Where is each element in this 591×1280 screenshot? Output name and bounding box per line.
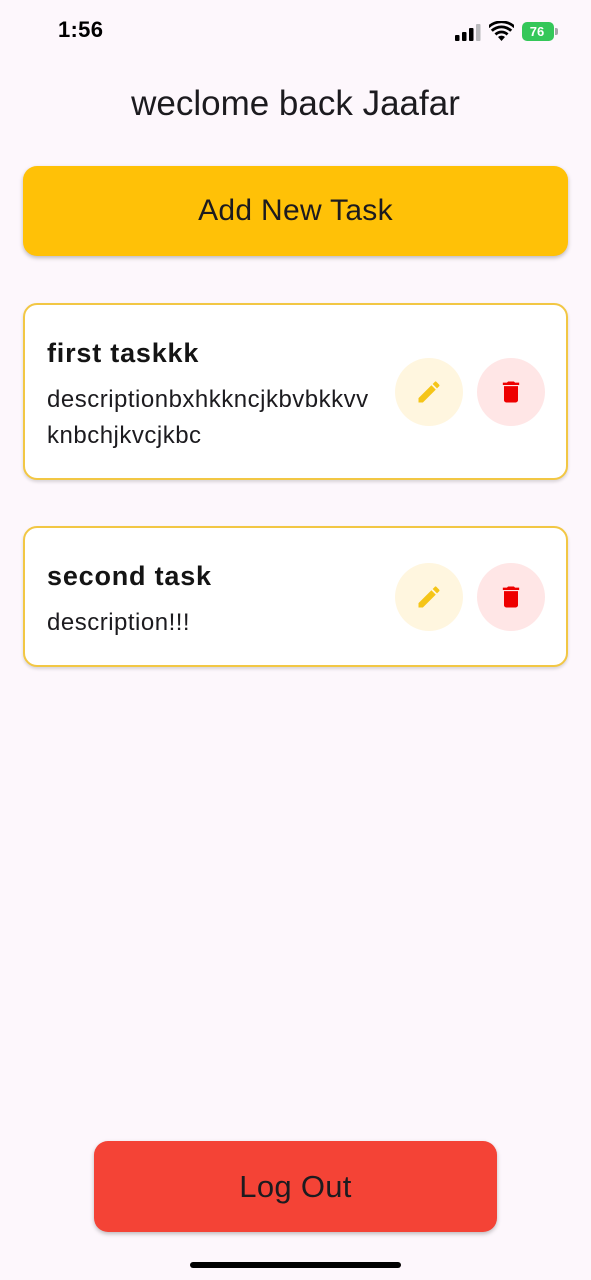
edit-icon — [418, 586, 440, 608]
edit-task-button[interactable] — [395, 563, 463, 631]
delete-task-button[interactable] — [477, 563, 545, 631]
task-description: description!!! — [47, 609, 191, 636]
task-title: second task — [47, 561, 212, 591]
task-description: descriptionbxhkkncjkbvbkkvvknbchjkvcjkbc — [47, 386, 369, 449]
task-title: first taskkk — [47, 338, 200, 368]
cellular-signal-icon — [455, 24, 481, 41]
log-out-button[interactable]: Log Out — [94, 1141, 497, 1232]
battery-charging-icon: 76 — [522, 22, 558, 41]
battery-cap — [555, 28, 558, 35]
edit-icon — [418, 381, 440, 403]
battery-level: 76 — [522, 22, 554, 41]
edit-task-button[interactable] — [395, 358, 463, 426]
status-time: 1:56 — [58, 17, 104, 42]
task-card[interactable]: first taskkk descriptionbxhkkncjkbvbkkvv… — [23, 303, 568, 480]
delete-icon — [502, 381, 520, 403]
delete-icon — [502, 586, 520, 608]
task-card[interactable]: second task description!!! — [23, 526, 568, 667]
page-title: weclome back Jaafar — [131, 84, 460, 123]
delete-task-button[interactable] — [477, 358, 545, 426]
wifi-icon — [489, 21, 514, 41]
status-bar: 1:56 76 — [0, 0, 591, 64]
add-new-task-button[interactable]: Add New Task — [23, 166, 568, 256]
home-indicator[interactable] — [190, 1262, 401, 1268]
